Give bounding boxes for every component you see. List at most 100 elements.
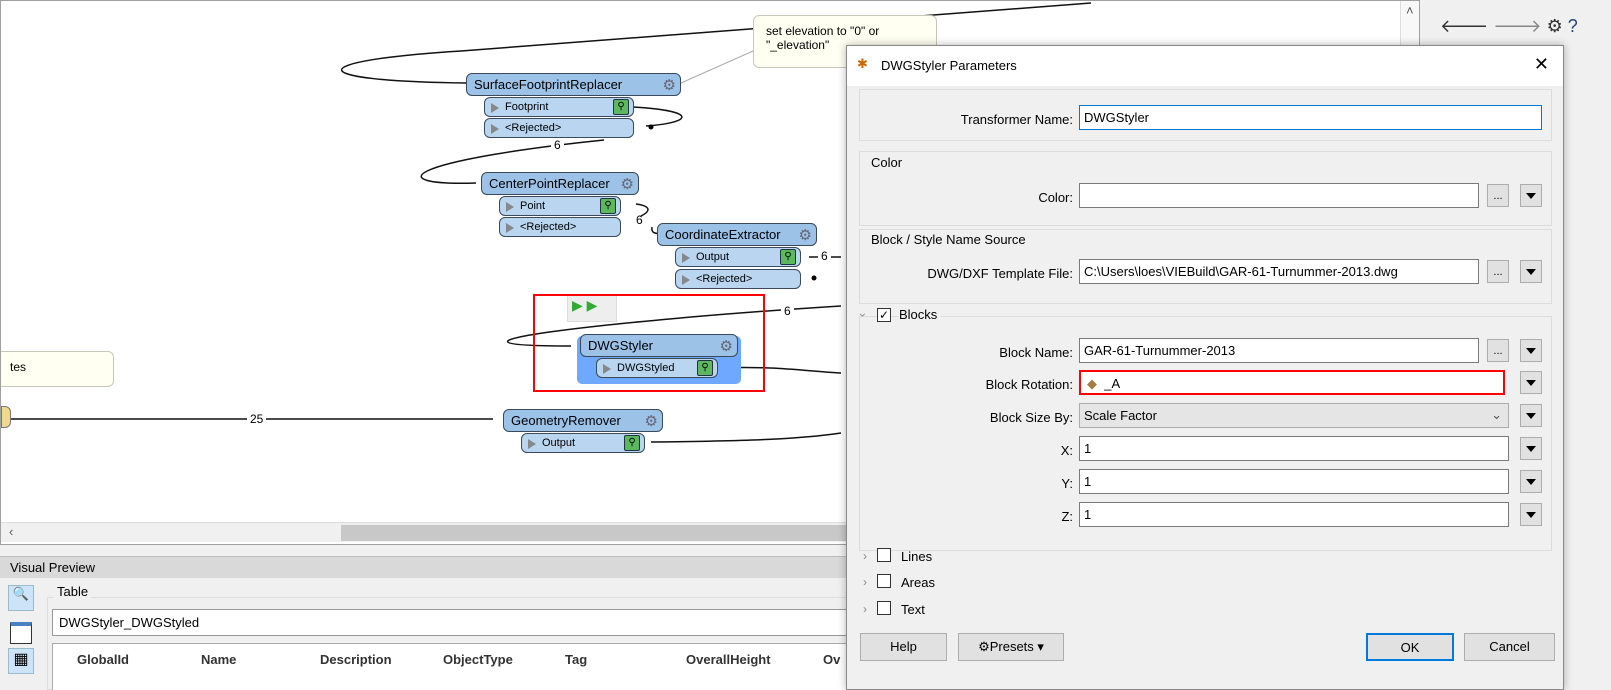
source-group-title: Block / Style Name Source bbox=[871, 232, 1026, 247]
gear-icon: ⚙ bbox=[978, 639, 990, 654]
gear-icon[interactable]: ⚙ bbox=[621, 175, 634, 193]
arrow-left-icon[interactable]: 🡐 bbox=[1440, 16, 1488, 36]
block-rotation-input[interactable]: ◆ _A bbox=[1079, 370, 1505, 395]
color-browse-button[interactable]: ... bbox=[1487, 184, 1509, 207]
column-header[interactable]: OverallHeight bbox=[686, 652, 771, 667]
expand-chevron-icon[interactable]: › bbox=[856, 313, 870, 317]
block-name-menu-button[interactable] bbox=[1520, 339, 1542, 362]
areas-label: Areas bbox=[901, 575, 935, 590]
toolbar: 🡐 🡒 ⚙ ? bbox=[1440, 16, 1578, 37]
transformer-centerpointreplacer[interactable]: CenterPointReplacer ⚙ bbox=[481, 172, 639, 195]
text-label: Text bbox=[901, 602, 925, 617]
reader-port[interactable] bbox=[1, 406, 11, 428]
help-button[interactable]: Help bbox=[860, 633, 947, 661]
column-header[interactable]: Tag bbox=[565, 652, 587, 667]
template-file-input[interactable]: C:\Users\loes\VIEBuild\GAR-61-Turnummer-… bbox=[1079, 259, 1479, 284]
inspect-icon[interactable]: ⚲ bbox=[600, 198, 616, 214]
y-input[interactable]: 1 bbox=[1079, 469, 1509, 494]
block-size-select[interactable]: Scale Factor ⌄ bbox=[1079, 403, 1509, 428]
z-input[interactable]: 1 bbox=[1079, 502, 1509, 527]
scroll-up-icon[interactable]: ˄ bbox=[1406, 3, 1414, 18]
port-point[interactable]: Point ⚲ bbox=[499, 196, 621, 216]
lines-checkbox[interactable] bbox=[877, 548, 891, 562]
column-header[interactable]: Ov bbox=[823, 652, 840, 667]
transformer-geometryremover[interactable]: GeometryRemover ⚙ bbox=[503, 409, 663, 432]
inspect-icon[interactable]: ⚲ bbox=[624, 435, 640, 451]
close-icon[interactable]: ✕ bbox=[1534, 54, 1549, 75]
inspect-icon[interactable]: ⚲ bbox=[780, 249, 796, 265]
x-input[interactable]: 1 bbox=[1079, 436, 1509, 461]
blocks-group-title: Blocks bbox=[899, 307, 942, 322]
chevron-down-icon: ⌄ bbox=[1491, 407, 1502, 422]
expand-chevron-icon[interactable]: › bbox=[863, 575, 867, 589]
table-view-icon[interactable] bbox=[10, 622, 32, 644]
block-size-label: Block Size By: bbox=[989, 410, 1073, 425]
template-menu-button[interactable] bbox=[1520, 260, 1542, 283]
presets-button[interactable]: ⚙Presets ▾ bbox=[958, 633, 1064, 661]
port-footprint[interactable]: Footprint ⚲ bbox=[484, 97, 634, 117]
feature-count: 6 bbox=[636, 213, 643, 227]
feature-count: 6 bbox=[781, 304, 794, 318]
block-name-label: Block Name: bbox=[999, 345, 1073, 360]
feature-count: 6 bbox=[551, 138, 564, 152]
gear-icon[interactable]: ⚙ bbox=[799, 226, 812, 244]
inspect-icon[interactable]: ⚲ bbox=[613, 99, 629, 115]
template-browse-button[interactable]: ... bbox=[1487, 260, 1509, 283]
transformer-icon: ✱ bbox=[857, 56, 868, 71]
port-rejected[interactable]: <Rejected> bbox=[675, 269, 801, 289]
x-menu-button[interactable] bbox=[1520, 437, 1542, 460]
block-name-browse-button[interactable]: ... bbox=[1487, 339, 1509, 362]
grid-view-icon[interactable]: ▦ bbox=[8, 648, 34, 674]
block-rotation-label: Block Rotation: bbox=[985, 377, 1073, 392]
cancel-button[interactable]: Cancel bbox=[1464, 633, 1555, 661]
table-label: Table bbox=[54, 584, 92, 599]
block-name-input[interactable]: GAR-61-Turnummer-2013 bbox=[1079, 338, 1479, 363]
color-group-title: Color bbox=[871, 155, 903, 170]
visual-preview-header: Visual Preview bbox=[0, 556, 846, 578]
port-rejected[interactable]: <Rejected> bbox=[484, 118, 634, 138]
gear-icon[interactable]: ⚙ bbox=[663, 76, 676, 94]
inspect-tool-icon[interactable]: 🔍 bbox=[8, 585, 34, 611]
column-header[interactable]: GlobalId bbox=[77, 652, 129, 667]
feature-count: 6 bbox=[818, 249, 831, 263]
dialog-title: DWGStyler Parameters bbox=[881, 58, 1017, 73]
help-icon[interactable]: ? bbox=[1568, 16, 1578, 36]
gear-user-icon[interactable]: ⚙ bbox=[1547, 16, 1563, 36]
port-output[interactable]: Output ⚲ bbox=[675, 247, 801, 267]
areas-checkbox[interactable] bbox=[877, 574, 891, 588]
z-menu-button[interactable] bbox=[1520, 503, 1542, 526]
lines-label: Lines bbox=[901, 549, 933, 564]
port-rejected[interactable]: <Rejected> bbox=[499, 217, 621, 237]
arrow-right-icon[interactable]: 🡒 bbox=[1493, 16, 1541, 36]
transformer-name-input[interactable]: DWGStyler bbox=[1079, 105, 1542, 130]
block-rotation-menu-button[interactable] bbox=[1520, 371, 1542, 394]
column-header[interactable]: Name bbox=[201, 652, 236, 667]
expand-chevron-icon[interactable]: › bbox=[863, 549, 867, 563]
block-size-menu-button[interactable] bbox=[1520, 404, 1542, 427]
column-header[interactable]: ObjectType bbox=[443, 652, 513, 667]
expand-chevron-icon[interactable]: › bbox=[863, 602, 867, 616]
annotation-note[interactable]: tes bbox=[1, 351, 114, 387]
color-input[interactable] bbox=[1079, 183, 1479, 208]
scroll-left-icon[interactable]: ‹ bbox=[9, 524, 13, 539]
template-label: DWG/DXF Template File: bbox=[927, 266, 1073, 281]
transformer-surfacefootprintreplacer[interactable]: SurfaceFootprintReplacer ⚙ bbox=[466, 73, 681, 96]
attribute-icon: ◆ bbox=[1087, 376, 1097, 391]
gear-icon[interactable]: ⚙ bbox=[645, 412, 658, 430]
color-label: Color: bbox=[1038, 190, 1073, 205]
dwgstyler-parameters-dialog: ✱ DWGStyler Parameters ✕ Transformer Nam… bbox=[846, 45, 1564, 690]
column-header[interactable]: Description bbox=[320, 652, 392, 667]
y-menu-button[interactable] bbox=[1520, 470, 1542, 493]
transformer-coordinateextractor[interactable]: CoordinateExtractor ⚙ bbox=[657, 223, 817, 246]
z-label: Z: bbox=[1061, 509, 1073, 524]
port-output[interactable]: Output ⚲ bbox=[521, 433, 645, 453]
x-label: X: bbox=[1060, 443, 1073, 458]
dialog-title-bar[interactable]: ✱ DWGStyler Parameters ✕ bbox=[847, 46, 1563, 86]
y-label: Y: bbox=[1061, 476, 1073, 491]
text-checkbox[interactable] bbox=[877, 601, 891, 615]
block-rotation-value: _A bbox=[1104, 376, 1121, 391]
ok-button[interactable]: OK bbox=[1366, 633, 1454, 661]
table-select[interactable]: DWGStyler_DWGStyled bbox=[52, 609, 852, 636]
blocks-checkbox[interactable]: ✓ bbox=[877, 308, 891, 322]
color-menu-button[interactable] bbox=[1520, 184, 1542, 207]
